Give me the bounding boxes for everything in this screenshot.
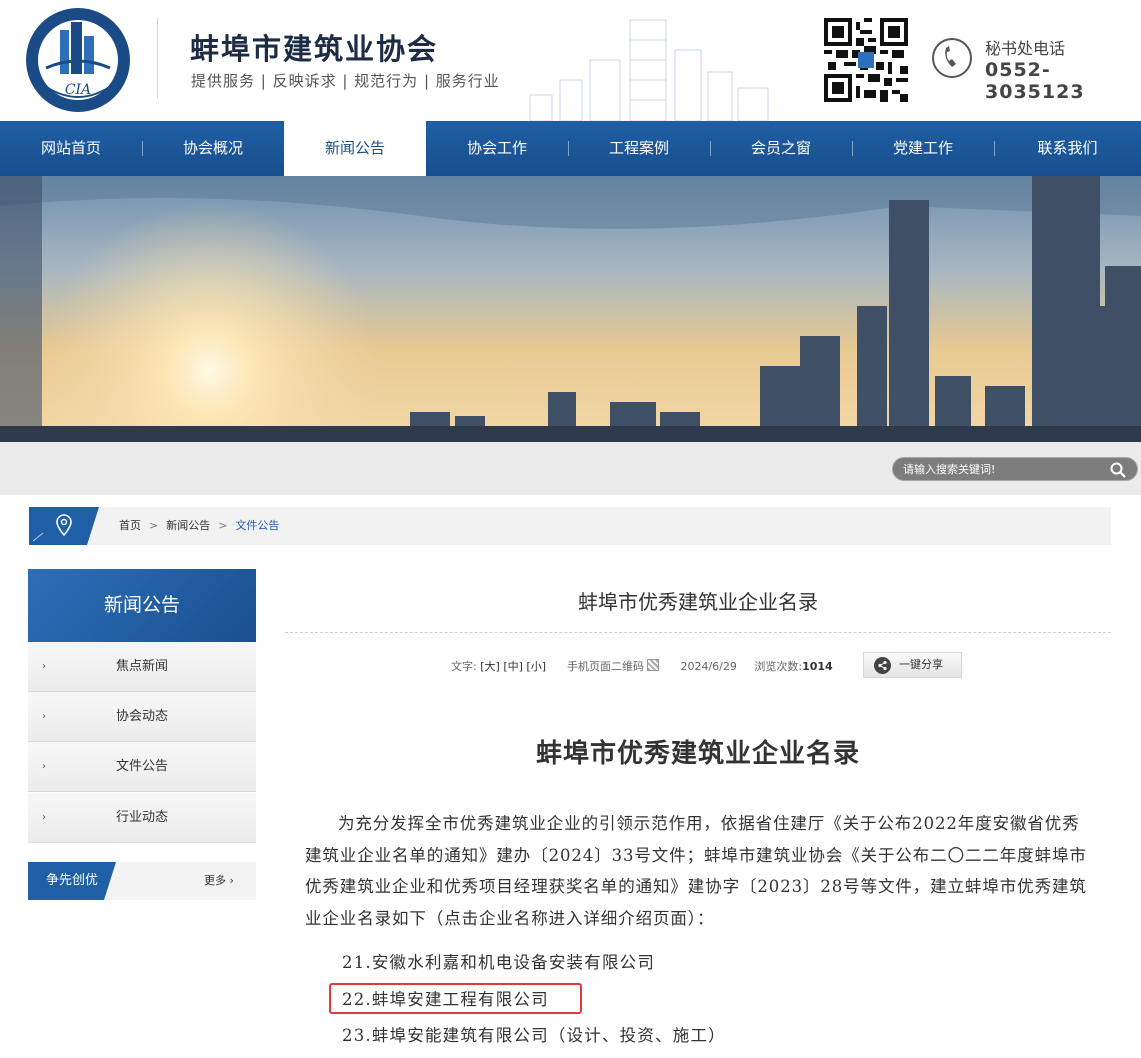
document-title: 蚌埠市优秀建筑业企业名录 [535, 739, 860, 769]
nav-item-news[interactable]: 新闻公告 [284, 121, 426, 176]
article-meta: 文字: [大] [中] [小] 手机页面二维码 2024/6/29 浏览次数:1… [451, 658, 833, 674]
sidebar-item-focus-news[interactable]: › 焦点新闻 [28, 642, 256, 692]
view-count: 1014 [802, 660, 833, 673]
sidebar-item-association-news[interactable]: › 协会动态 [28, 692, 256, 742]
sidebar-awards-header: 争先创优 更多 › [28, 862, 256, 900]
highlight-box [329, 983, 582, 1014]
nav-item-home[interactable]: 网站首页 [0, 121, 142, 176]
nav-item-members[interactable]: 会员之窗 [710, 121, 852, 176]
location-pin-icon [29, 507, 99, 545]
font-size-large-button[interactable]: [大] [480, 660, 500, 673]
breadcrumb-home[interactable]: 首页 [119, 519, 141, 532]
article-title: 蚌埠市优秀建筑业企业名录 [578, 590, 818, 614]
breadcrumb-separator: > [218, 519, 228, 532]
main-nav: 网站首页 协会概况 新闻公告 协会工作 工程案例 会员之窗 党建工作 联系我们 [0, 121, 1141, 176]
sidebar-item-label: 协会动态 [115, 709, 168, 724]
share-icon [874, 657, 891, 674]
site-slogan: 提供服务 | 反映诉求 | 规范行为 | 服务行业 [191, 72, 500, 90]
phone-label: 秘书处电话 [985, 39, 1066, 58]
more-link[interactable]: 更多 › [204, 862, 234, 900]
font-size-medium-button[interactable]: [中] [503, 660, 523, 673]
sidebar-item-notices[interactable]: › 文件公告 [28, 742, 256, 792]
sidebar-item-label: 焦点新闻 [115, 659, 168, 674]
font-size-small-button[interactable]: [小] [526, 660, 546, 673]
logo-abbr: CIA [65, 82, 91, 98]
article-body: 为充分发挥全市优秀建筑业企业的引领示范作用，依据省住建厅《关于公布2022年度安… [305, 814, 1087, 928]
breadcrumb-bar: 首页 > 新闻公告 > 文件公告 [29, 507, 1111, 545]
breadcrumb-section[interactable]: 新闻公告 [166, 519, 210, 532]
share-button[interactable]: 一键分享 [863, 652, 962, 678]
share-button-label: 一键分享 [899, 658, 943, 671]
phone-number: 0552-3035123 [985, 59, 1085, 103]
company-link-23[interactable]: 23.蚌埠安能建筑有限公司（设计、投资、施工） [342, 1022, 726, 1046]
nav-item-party[interactable]: 党建工作 [852, 121, 994, 176]
breadcrumb-current[interactable]: 文件公告 [235, 519, 279, 532]
skyline-decoration [529, 19, 769, 121]
site-title: 蚌埠市建筑业协会 [190, 32, 439, 66]
nav-item-work[interactable]: 协会工作 [426, 121, 568, 176]
nav-item-projects[interactable]: 工程案例 [568, 121, 710, 176]
qr-small-icon [647, 659, 660, 671]
font-size-label: 文字: [451, 660, 477, 673]
city-banner-image [0, 176, 1141, 442]
publish-date: 2024/6/29 [680, 660, 737, 673]
nav-item-contact[interactable]: 联系我们 [994, 121, 1141, 176]
search-icon[interactable] [1109, 461, 1127, 479]
mobile-qr-link[interactable]: 手机页面二维码 [567, 660, 644, 673]
sidebar-item-label: 行业动态 [115, 810, 168, 825]
site-header: CIA 蚌埠市建筑业协会 提供服务 | 反映诉求 | 规范行为 | 服务行业 秘… [0, 0, 1141, 121]
search-band [0, 442, 1141, 495]
nav-item-about[interactable]: 协会概况 [142, 121, 284, 176]
breadcrumb-separator: > [149, 519, 159, 532]
qr-code-image [824, 18, 908, 102]
breadcrumb: 首页 > 新闻公告 > 文件公告 [119, 507, 279, 545]
title-divider [285, 632, 1111, 633]
sidebar-awards-title: 争先创优 [46, 873, 99, 888]
views-label: 浏览次数: [754, 660, 803, 673]
sidebar-title: 新闻公告 [28, 569, 256, 642]
search-box [892, 457, 1138, 481]
company-link-21[interactable]: 21.安徽水利嘉和机电设备安装有限公司 [342, 949, 655, 973]
association-logo[interactable]: CIA [22, 6, 134, 114]
sidebar-item-label: 文件公告 [115, 759, 168, 774]
logo-divider [157, 18, 158, 98]
phone-icon [932, 38, 972, 78]
sidebar-item-industry-news[interactable]: › 行业动态 [28, 793, 256, 843]
search-input[interactable] [903, 460, 1093, 478]
